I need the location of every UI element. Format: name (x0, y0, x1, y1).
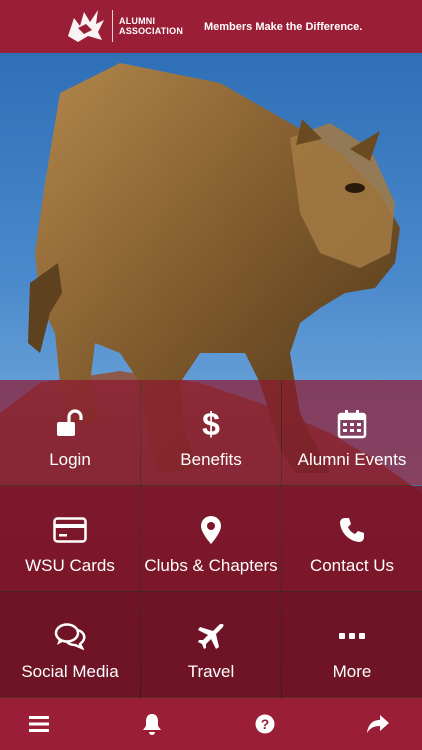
clubs-chapters-label: Clubs & Chapters (144, 556, 278, 575)
phone-icon (339, 514, 365, 546)
org-name: ALUMNI ASSOCIATION (119, 16, 183, 36)
travel-tile[interactable]: Travel (141, 592, 281, 697)
login-label: Login (49, 450, 91, 469)
main-menu-grid: Login $ Benefits Alumni Events WSU Cards (0, 380, 422, 698)
header-tagline: Members Make the Difference. (204, 21, 363, 33)
org-name-line1: ALUMNI (119, 16, 156, 26)
wsu-cards-tile[interactable]: WSU Cards (0, 486, 140, 591)
help-button[interactable]: ? (235, 698, 295, 750)
grid-divider (0, 591, 422, 592)
map-marker-icon (200, 514, 222, 546)
dollar-icon: $ (200, 408, 222, 440)
contact-us-label: Contact Us (309, 556, 395, 575)
notifications-button[interactable] (122, 698, 182, 750)
chat-bubbles-icon (54, 620, 86, 652)
login-tile[interactable]: Login (0, 380, 140, 485)
clubs-chapters-tile[interactable]: Clubs & Chapters (141, 486, 281, 591)
alumni-events-label: Alumni Events (297, 450, 407, 469)
svg-text:$: $ (202, 408, 220, 440)
wsu-cards-label: WSU Cards (25, 556, 115, 575)
bottom-toolbar: ? (0, 698, 422, 750)
airplane-icon (197, 620, 225, 652)
grid-divider (0, 485, 422, 486)
bell-icon (143, 714, 161, 735)
social-media-tile[interactable]: Social Media (0, 592, 140, 697)
org-name-line2: ASSOCIATION (119, 26, 184, 36)
travel-label: Travel (187, 662, 235, 681)
more-tile[interactable]: More (282, 592, 422, 697)
header-divider (112, 10, 113, 42)
benefits-tile[interactable]: $ Benefits (141, 380, 281, 485)
credit-card-icon (53, 514, 87, 546)
share-icon (367, 715, 389, 733)
social-media-label: Social Media (21, 662, 119, 681)
grid-divider (281, 380, 282, 698)
menu-button[interactable] (9, 698, 69, 750)
benefits-label: Benefits (180, 450, 242, 469)
unlock-icon (55, 408, 85, 440)
calendar-icon (337, 408, 367, 440)
app-header: ALUMNI ASSOCIATION Members Make the Diff… (0, 0, 422, 53)
help-icon: ? (255, 714, 275, 734)
menu-icon (29, 716, 49, 732)
share-button[interactable] (348, 698, 408, 750)
ellipsis-icon (339, 620, 365, 652)
svg-text:?: ? (261, 716, 270, 732)
cougar-head-logo-icon (68, 10, 104, 42)
more-label: More (332, 662, 372, 681)
alumni-events-tile[interactable]: Alumni Events (282, 380, 422, 485)
grid-divider (140, 380, 141, 698)
contact-us-tile[interactable]: Contact Us (282, 486, 422, 591)
